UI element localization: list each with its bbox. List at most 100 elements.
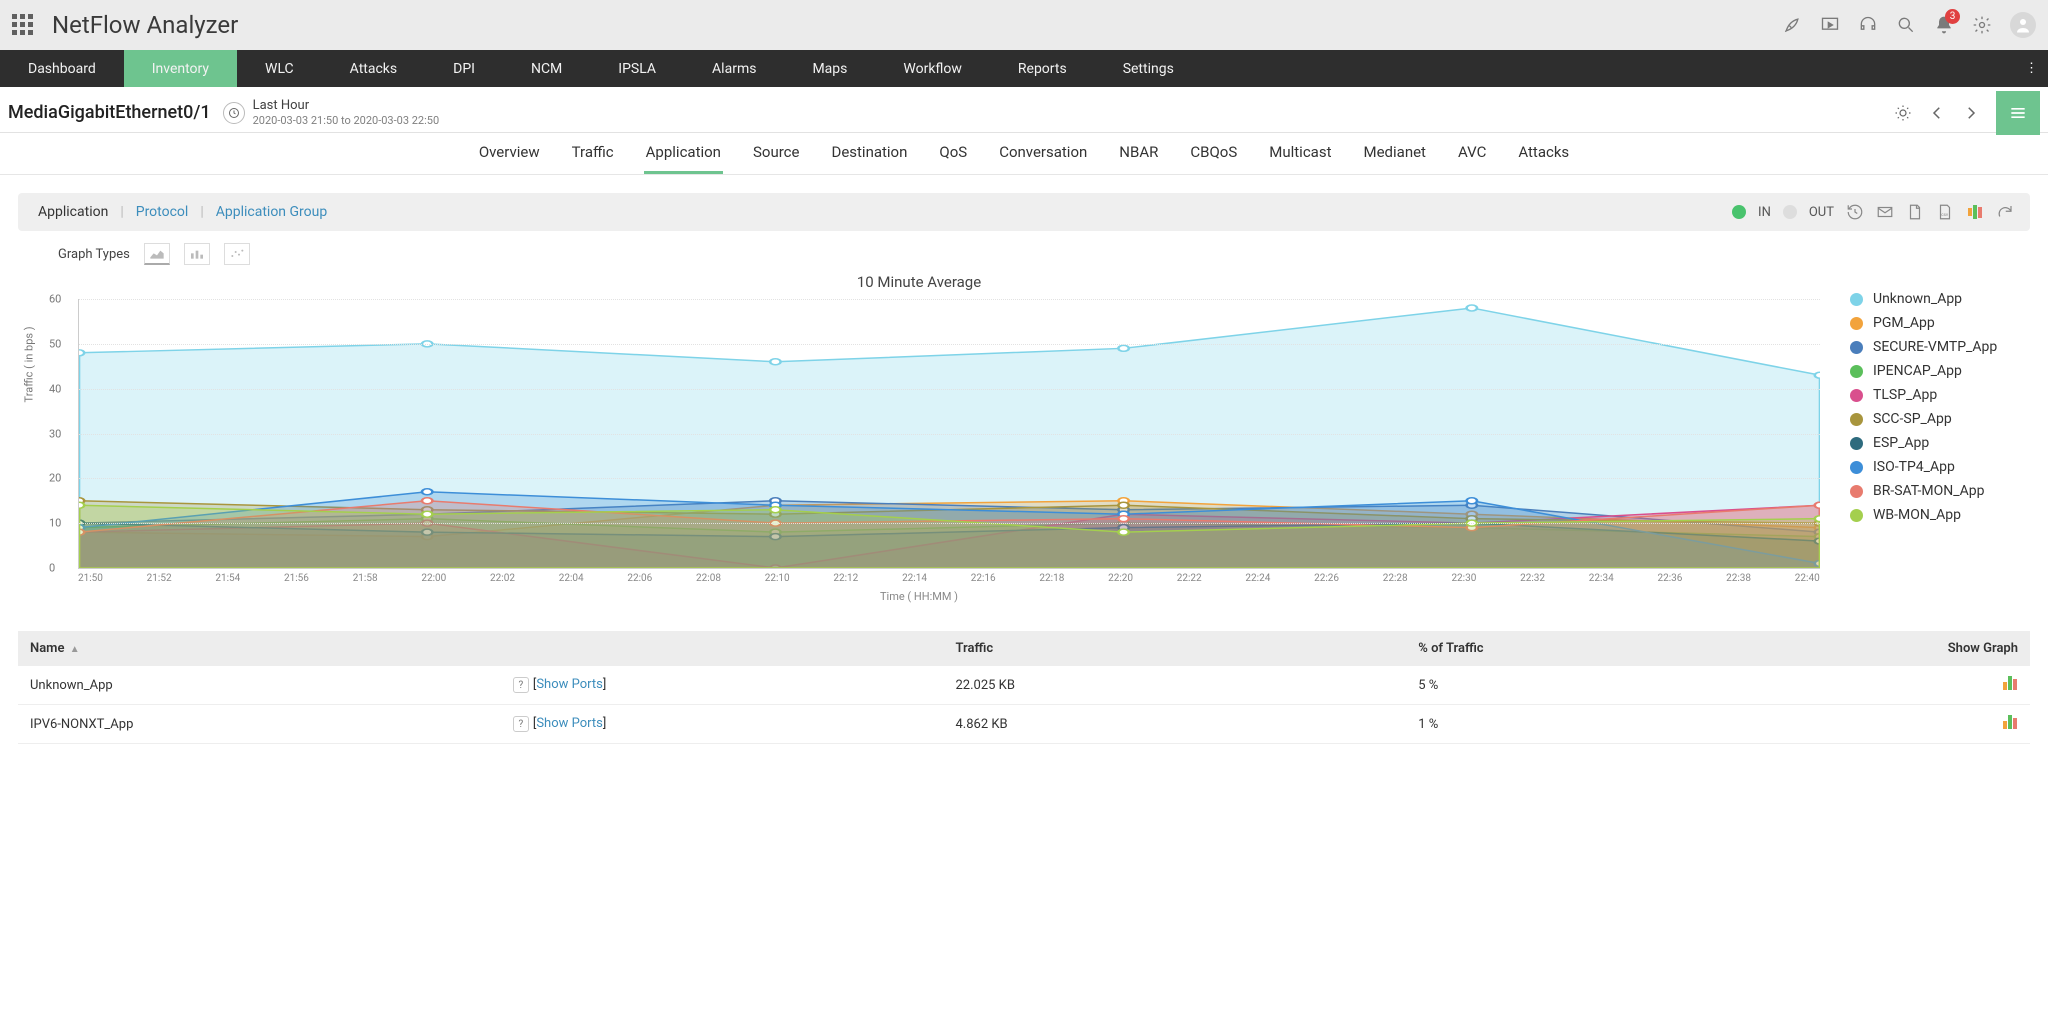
legend-tlsp_app[interactable]: TLSP_App: [1850, 387, 2030, 403]
subnav-conversation[interactable]: Conversation: [997, 133, 1089, 174]
search-icon[interactable]: [1896, 15, 1916, 35]
legend-br-sat-mon_app[interactable]: BR-SAT-MON_App: [1850, 483, 2030, 499]
x-axis-label: Time ( HH:MM ): [18, 590, 1820, 603]
nav-dashboard[interactable]: Dashboard: [0, 50, 124, 87]
nav-maps[interactable]: Maps: [784, 50, 875, 87]
subnav-cbqos[interactable]: CBQoS: [1188, 133, 1239, 174]
subnav-qos[interactable]: QoS: [937, 133, 969, 174]
user-avatar[interactable]: [2010, 12, 2036, 38]
application-table: Name ▲Traffic% of TrafficShow Graph Unkn…: [18, 631, 2030, 744]
nav-ncm[interactable]: NCM: [503, 50, 590, 87]
history-icon[interactable]: [1846, 203, 1864, 221]
legend-unknown_app[interactable]: Unknown_App: [1850, 291, 2030, 307]
cell-pct: 5 %: [1406, 666, 1710, 705]
graph-types-label: Graph Types: [58, 247, 130, 262]
y-axis-label: Traffic ( in bps ): [23, 326, 36, 402]
notifications-icon[interactable]: 3: [1934, 15, 1954, 35]
subnav-source[interactable]: Source: [751, 133, 801, 174]
subnav-multicast[interactable]: Multicast: [1267, 133, 1333, 174]
graph-type-bar[interactable]: [184, 243, 210, 265]
nav-settings[interactable]: Settings: [1095, 50, 1202, 87]
table-row: Unknown_App?[Show Ports]22.025 KB5 %: [18, 666, 2030, 705]
col-show-graph[interactable]: Show Graph: [1710, 631, 2030, 666]
time-range-label: Last Hour: [253, 98, 440, 114]
mini-bar-chart-icon[interactable]: [2003, 679, 2018, 694]
pdf-export-icon[interactable]: [1906, 203, 1924, 221]
help-icon[interactable]: ?: [513, 716, 529, 732]
legend-esp_app[interactable]: ESP_App: [1850, 435, 2030, 451]
alert-sun-icon[interactable]: [1888, 98, 1918, 128]
cell-traffic: 22.025 KB: [944, 666, 1407, 705]
subnav-overview[interactable]: Overview: [477, 133, 542, 174]
out-label: OUT: [1809, 205, 1834, 220]
bar-chart-icon[interactable]: [1966, 203, 1984, 221]
nav-wlc[interactable]: WLC: [237, 50, 322, 87]
clock-icon: [223, 102, 245, 124]
legend-ipencap_app[interactable]: IPENCAP_App: [1850, 363, 2030, 379]
nav-attacks[interactable]: Attacks: [322, 50, 425, 87]
legend-wb-mon_app[interactable]: WB-MON_App: [1850, 507, 2030, 523]
filter-application[interactable]: Application: [34, 204, 112, 220]
col--of-traffic[interactable]: % of Traffic: [1406, 631, 1710, 666]
cell-name: IPV6-NONXT_App: [18, 705, 501, 744]
nav-inventory[interactable]: Inventory: [124, 50, 237, 87]
subnav-medianet[interactable]: Medianet: [1362, 133, 1428, 174]
main-nav: DashboardInventoryWLCAttacksDPINCMIPSLAA…: [0, 50, 2048, 87]
cell-traffic: 4.862 KB: [944, 705, 1407, 744]
col-traffic[interactable]: Traffic: [944, 631, 1407, 666]
subnav-avc[interactable]: AVC: [1456, 133, 1488, 174]
sub-nav: Overview Traffic Application Source Destinat…: [0, 133, 2048, 175]
prev-arrow-icon[interactable]: [1922, 98, 1952, 128]
nav-ipsla[interactable]: IPSLA: [590, 50, 684, 87]
product-title: NetFlow Analyzer: [52, 11, 238, 39]
next-arrow-icon[interactable]: [1956, 98, 1986, 128]
nav-reports[interactable]: Reports: [990, 50, 1095, 87]
settings-gear-icon[interactable]: [1972, 15, 1992, 35]
legend-iso-tp4_app[interactable]: ISO-TP4_App: [1850, 459, 2030, 475]
cell-showgraph[interactable]: [1710, 666, 2030, 705]
graph-type-area[interactable]: [144, 243, 170, 265]
subnav-destination[interactable]: Destination: [829, 133, 909, 174]
legend-pgm_app[interactable]: PGM_App: [1850, 315, 2030, 331]
legend-scc-sp_app[interactable]: SCC-SP_App: [1850, 411, 2030, 427]
subnav-traffic[interactable]: Traffic: [570, 133, 616, 174]
chart-legend: Unknown_App PGM_App SECURE-VMTP_App IPENCAP…: [1820, 273, 2030, 603]
in-indicator-icon[interactable]: [1732, 205, 1746, 219]
subnav-application[interactable]: Application: [644, 133, 723, 174]
headset-icon[interactable]: [1858, 15, 1878, 35]
subnav-nbar[interactable]: NBAR: [1117, 133, 1160, 174]
chart-title: 10 Minute Average: [18, 273, 1820, 291]
nav-workflow[interactable]: Workflow: [875, 50, 990, 87]
time-range-picker[interactable]: Last Hour 2020-03-03 21:50 to 2020-03-03…: [223, 98, 440, 127]
show-ports-link[interactable]: Show Ports: [536, 677, 603, 692]
legend-secure-vmtp_app[interactable]: SECURE-VMTP_App: [1850, 339, 2030, 355]
nav-dpi[interactable]: DPI: [425, 50, 503, 87]
in-label: IN: [1758, 205, 1771, 220]
svg-text:csv: csv: [1941, 213, 1949, 218]
chart-canvas[interactable]: Traffic ( in bps ) 0102030405060: [78, 299, 1820, 569]
apps-menu-icon[interactable]: [12, 14, 34, 36]
time-range-detail: 2020-03-03 21:50 to 2020-03-03 22:50: [253, 114, 440, 127]
show-ports-link[interactable]: Show Ports: [536, 716, 603, 731]
filter-protocol[interactable]: Protocol: [132, 204, 193, 220]
mini-bar-chart-icon[interactable]: [2003, 718, 2018, 733]
x-axis-ticks: 21:5021:5221:5421:5621:5822:0022:0222:04…: [78, 573, 1820, 584]
cell-showgraph[interactable]: [1710, 705, 2030, 744]
refresh-icon[interactable]: [1996, 203, 2014, 221]
notification-badge: 3: [1945, 9, 1960, 24]
help-icon[interactable]: ?: [513, 677, 529, 693]
csv-export-icon[interactable]: csv: [1936, 203, 1954, 221]
nav-alarms[interactable]: Alarms: [684, 50, 784, 87]
filter-application-group[interactable]: Application Group: [212, 204, 332, 220]
email-icon[interactable]: [1876, 203, 1894, 221]
filter-left-tabs: Application|Protocol|Application Group: [34, 204, 331, 220]
out-indicator-icon[interactable]: [1783, 205, 1797, 219]
nav-more-icon[interactable]: ⋮: [2015, 50, 2048, 87]
subnav-attacks[interactable]: Attacks: [1516, 133, 1571, 174]
rocket-icon[interactable]: [1782, 15, 1802, 35]
side-menu-toggle[interactable]: [1996, 91, 2040, 135]
presentation-icon[interactable]: [1820, 15, 1840, 35]
col-name[interactable]: Name ▲: [18, 631, 944, 666]
graph-type-scatter[interactable]: [224, 243, 250, 265]
interface-title: MediaGigabitEthernet0/1: [8, 102, 211, 123]
